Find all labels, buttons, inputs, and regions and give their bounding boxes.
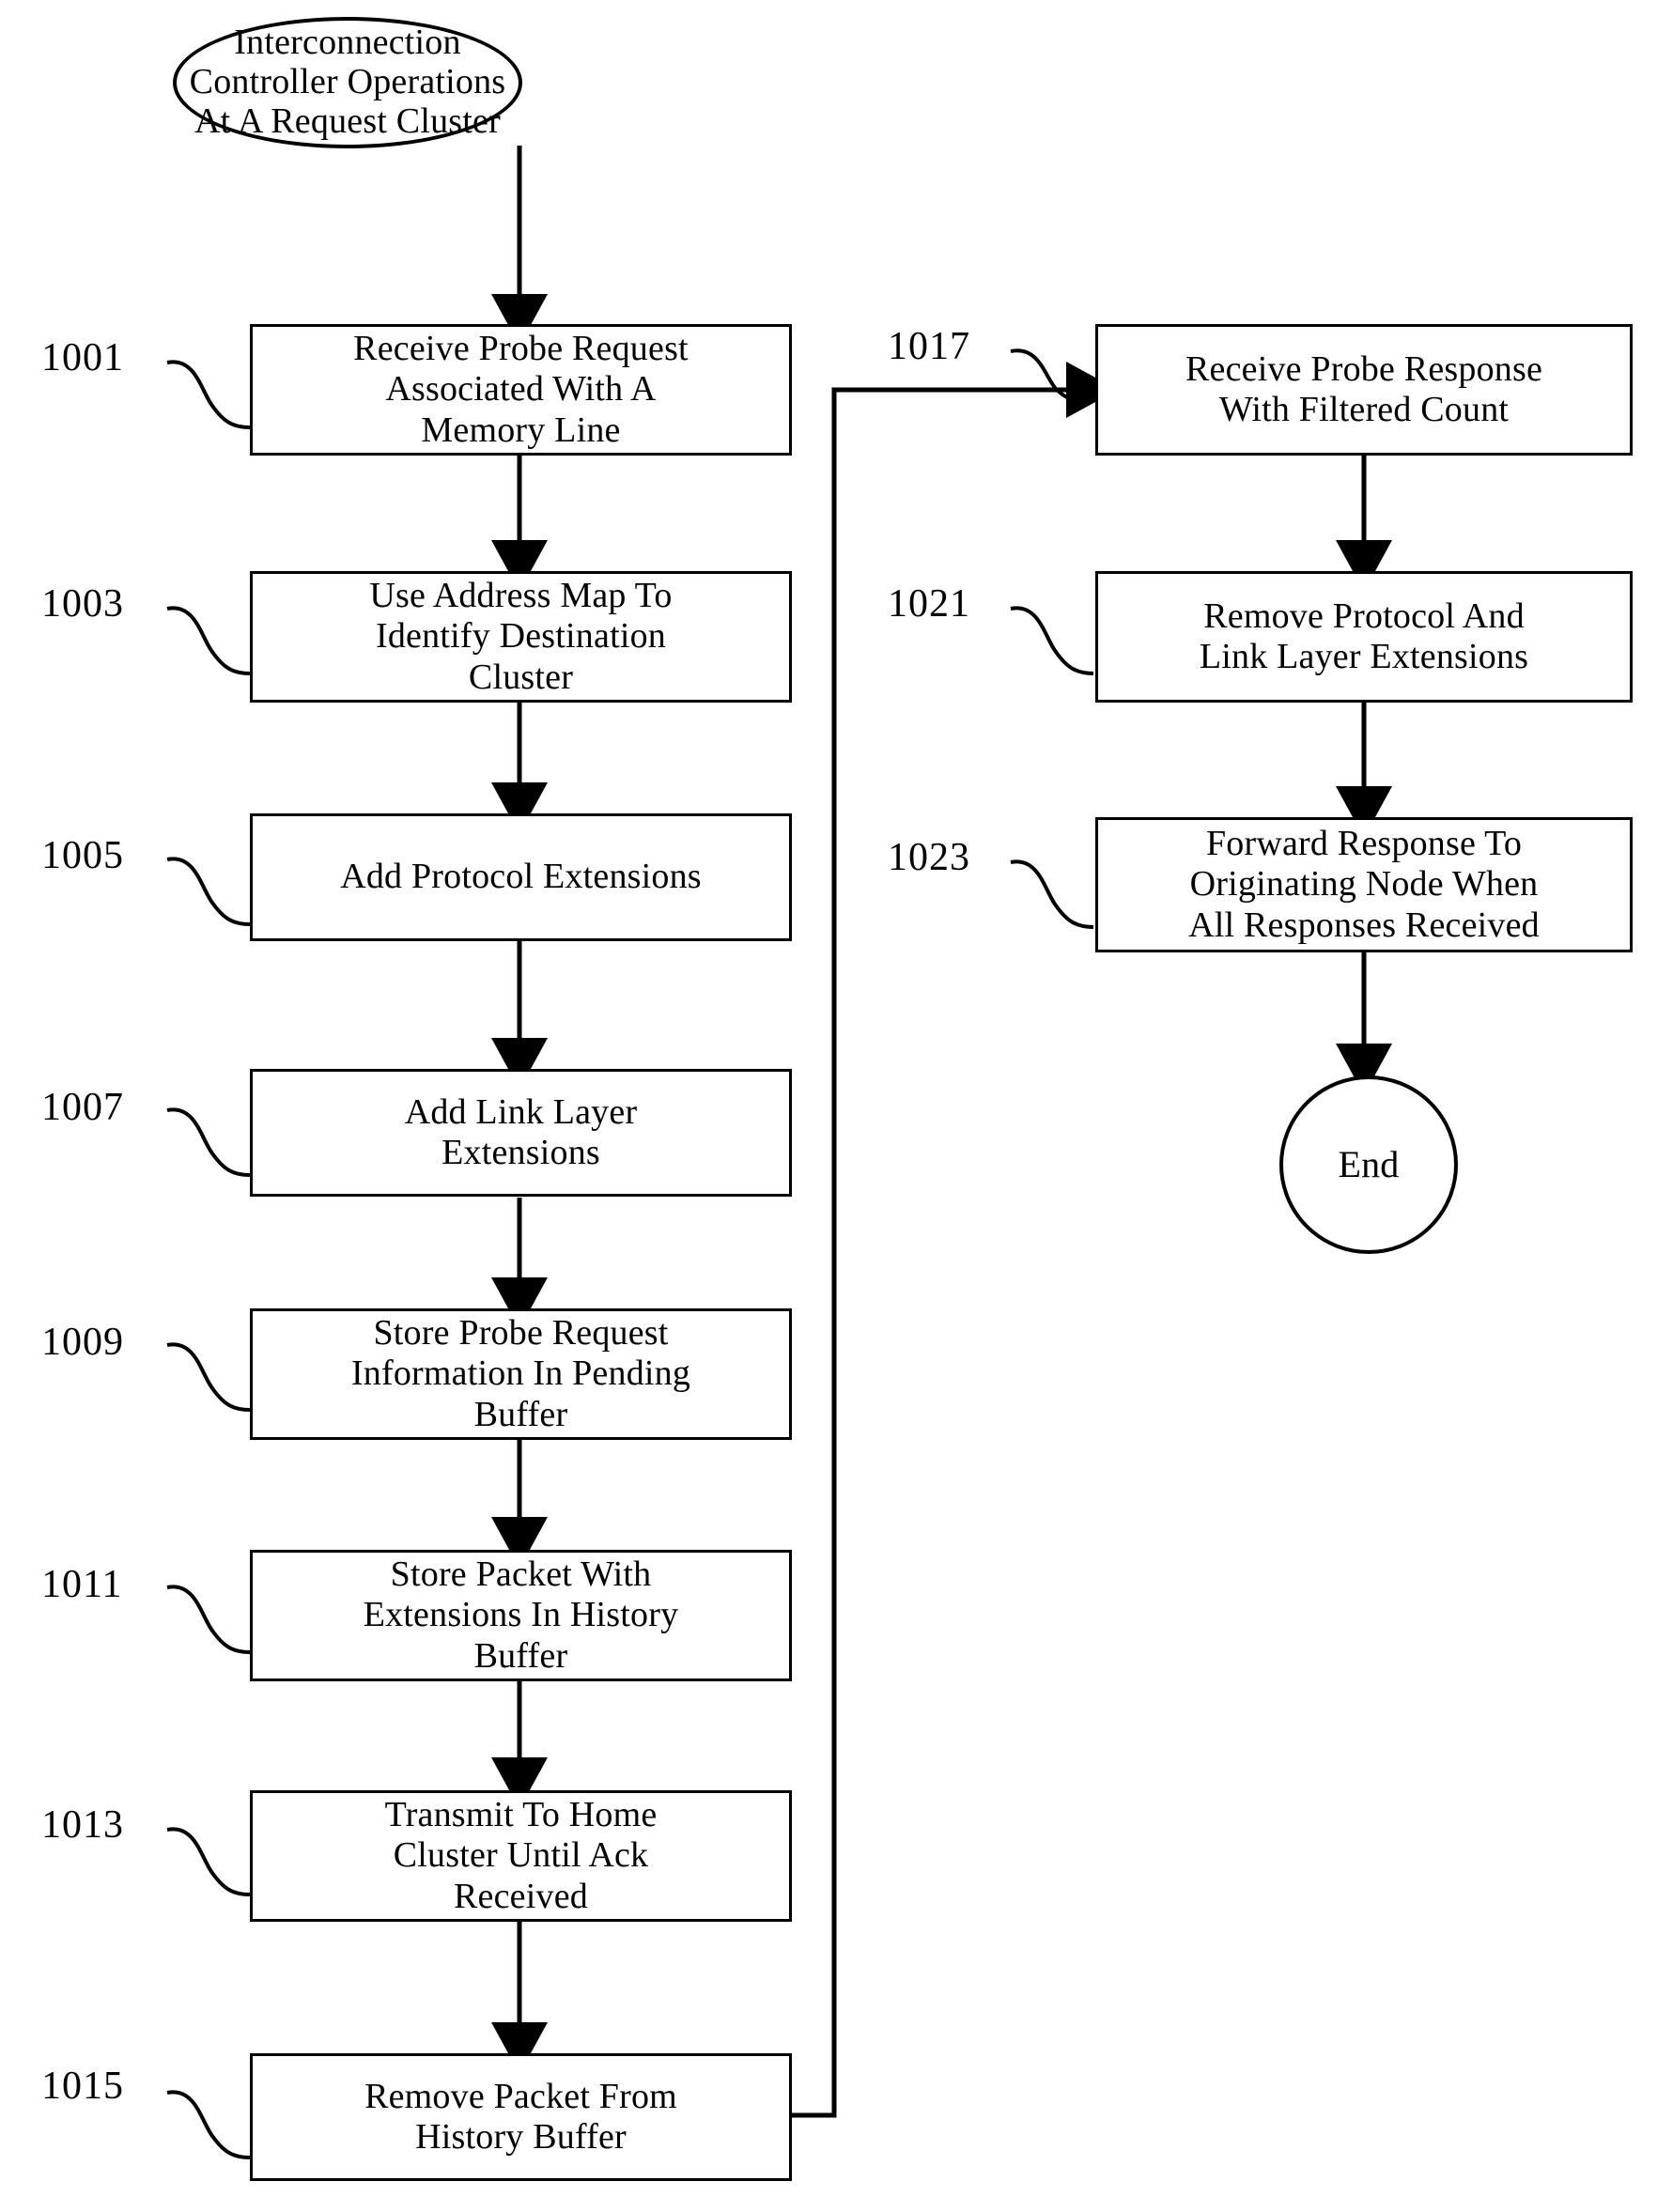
process-box-1015-label: Remove Packet From History Buffer (364, 2076, 677, 2157)
process-box-1007-label: Add Link Layer Extensions (404, 1091, 638, 1172)
process-box-1015[interactable]: Remove Packet From History Buffer (250, 2053, 792, 2181)
process-box-1009-label: Store Probe Request Information In Pendi… (350, 1313, 691, 1434)
reference-number-1005: 1005 (41, 834, 124, 877)
end-terminal-label: End (1338, 1143, 1400, 1186)
start-terminal: Interconnection Controller Operations At… (173, 17, 522, 148)
process-box-1007[interactable]: Add Link Layer Extensions (250, 1069, 792, 1197)
process-box-1011[interactable]: Store Packet With Extensions In History … (250, 1550, 792, 1681)
reference-number-1007: 1007 (41, 1086, 124, 1129)
process-box-1005-label: Add Protocol Extensions (340, 857, 702, 897)
process-box-1013-label: Transmit To Home Cluster Until Ack Recei… (384, 1795, 658, 1916)
reference-number-1017: 1017 (888, 325, 970, 368)
start-terminal-label: Interconnection Controller Operations At… (189, 23, 506, 141)
process-box-1023-label: Forward Response To Originating Node Whe… (1188, 824, 1540, 945)
process-box-1021-label: Remove Protocol And Link Layer Extension… (1199, 596, 1529, 676)
process-box-1003-label: Use Address Map To Identify Destination … (369, 576, 673, 697)
process-box-1013[interactable]: Transmit To Home Cluster Until Ack Recei… (250, 1790, 792, 1922)
reference-number-1023: 1023 (888, 836, 970, 879)
reference-number-1001: 1001 (41, 336, 124, 379)
reference-number-1021: 1021 (888, 582, 970, 626)
process-box-1017[interactable]: Receive Probe Response With Filtered Cou… (1095, 324, 1633, 456)
process-box-1001[interactable]: Receive Probe Request Associated With A … (250, 324, 792, 456)
process-box-1001-label: Receive Probe Request Associated With A … (353, 329, 689, 450)
process-box-1009[interactable]: Store Probe Request Information In Pendi… (250, 1308, 792, 1440)
process-box-1011-label: Store Packet With Extensions In History … (363, 1555, 679, 1676)
end-terminal: End (1279, 1075, 1458, 1254)
process-box-1023[interactable]: Forward Response To Originating Node Whe… (1095, 817, 1633, 952)
figure-canvas: Interconnection Controller Operations At… (0, 0, 1673, 2212)
reference-number-1003: 1003 (41, 582, 124, 626)
process-box-1005[interactable]: Add Protocol Extensions (250, 813, 792, 941)
reference-number-1011: 1011 (41, 1563, 123, 1606)
connector-1015-to-1017 (792, 362, 1118, 2118)
reference-number-1013: 1013 (41, 1803, 124, 1847)
reference-number-1009: 1009 (41, 1321, 124, 1364)
process-box-1017-label: Receive Probe Response With Filtered Cou… (1185, 348, 1543, 429)
process-box-1003[interactable]: Use Address Map To Identify Destination … (250, 571, 792, 703)
reference-number-1015: 1015 (41, 2065, 124, 2108)
process-box-1021[interactable]: Remove Protocol And Link Layer Extension… (1095, 571, 1633, 703)
